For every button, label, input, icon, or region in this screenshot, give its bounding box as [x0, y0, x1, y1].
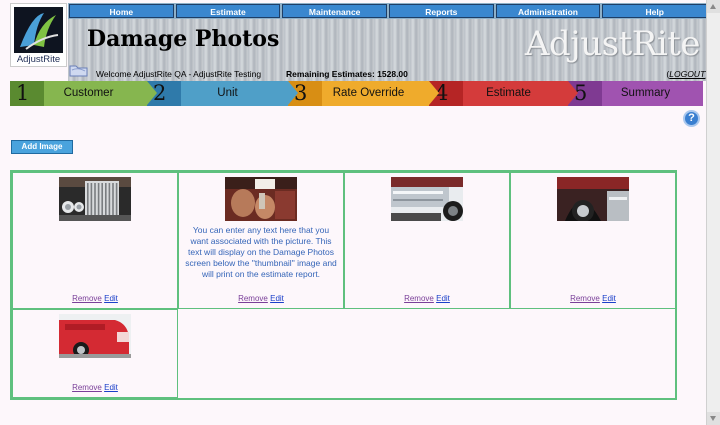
step-arrow-icon: [429, 81, 439, 105]
step-arrow-icon: [147, 81, 157, 105]
folder-icon[interactable]: [69, 62, 89, 78]
nav-help[interactable]: Help: [602, 4, 708, 18]
edit-photo-link[interactable]: Edit: [436, 294, 450, 303]
photo-actions: Remove Edit: [13, 294, 177, 303]
remaining-estimates: Remaining Estimates: 1528.00: [286, 69, 408, 79]
remove-photo-link[interactable]: Remove: [72, 383, 102, 392]
workflow-steps: 1 Customer 2 Unit 3 Rate Override 4 Estimate 5 Su…: [10, 81, 703, 106]
step-arrow-icon: [568, 81, 578, 105]
main-nav: Home Estimate Maintenance Reports Admini…: [68, 3, 708, 19]
photo-cell: Remove Edit: [12, 309, 178, 398]
step-label: Customer: [63, 87, 114, 99]
photo-actions: Remove Edit: [179, 294, 343, 303]
scroll-up-button[interactable]: [707, 0, 720, 13]
step-customer[interactable]: 1 Customer: [10, 81, 157, 106]
logo-swoosh-icon: [14, 7, 63, 53]
edit-photo-link[interactable]: Edit: [104, 383, 118, 392]
photo-cell: Remove Edit: [344, 172, 510, 309]
step-arrow-icon: [288, 81, 298, 105]
truck-grille-photo[interactable]: [59, 177, 131, 225]
nav-administration[interactable]: Administration: [495, 4, 601, 18]
brand-wordmark: AdjustRite: [524, 24, 701, 64]
logout-wrapper: (LOGOUT): [666, 69, 708, 79]
step-label: Summary: [620, 87, 671, 99]
welcome-text: Welcome AdjustRite QA - AdjustRite Testi…: [96, 69, 262, 79]
nav-reports[interactable]: Reports: [389, 4, 494, 18]
truck-wheel-fender-photo[interactable]: [557, 177, 629, 225]
edit-photo-link[interactable]: Edit: [602, 294, 616, 303]
step-unit[interactable]: 2 Unit: [147, 81, 298, 106]
photo-actions: Remove Edit: [13, 383, 177, 392]
truck-interior-photo[interactable]: [225, 177, 297, 225]
scroll-down-button[interactable]: [707, 412, 720, 425]
remove-photo-link[interactable]: Remove: [72, 294, 102, 303]
page-title: Damage Photos: [87, 26, 280, 52]
remove-photo-link[interactable]: Remove: [570, 294, 600, 303]
logout-link[interactable]: LOGOUT: [669, 69, 705, 79]
help-icon[interactable]: ?: [683, 110, 700, 127]
logo-text: AdjustRite: [16, 54, 61, 65]
photo-caption: You can enter any text here that you wan…: [185, 225, 337, 279]
step-label: Estimate: [486, 87, 531, 99]
add-image-button[interactable]: Add Image: [11, 140, 73, 154]
photo-grid: Remove Edit You can enter any text here …: [10, 170, 677, 400]
step-label: Rate Override: [332, 87, 405, 99]
nav-maintenance[interactable]: Maintenance: [282, 4, 388, 18]
step-rate-override[interactable]: 3 Rate Override: [288, 81, 439, 106]
nav-home[interactable]: Home: [69, 4, 174, 18]
nav-estimate[interactable]: Estimate: [175, 4, 281, 18]
remove-photo-link[interactable]: Remove: [238, 294, 268, 303]
photo-actions: Remove Edit: [511, 294, 675, 303]
step-label: Unit: [217, 87, 238, 99]
edit-photo-link[interactable]: Edit: [270, 294, 284, 303]
photo-cell: You can enter any text here that you wan…: [178, 172, 344, 309]
truck-side-tank-photo[interactable]: [391, 177, 463, 225]
photo-actions: Remove Edit: [345, 294, 509, 303]
step-summary[interactable]: 5 Summary: [568, 81, 703, 106]
red-truck-front-photo[interactable]: [59, 314, 131, 362]
step-estimate[interactable]: 4 Estimate: [429, 81, 578, 106]
vertical-scrollbar[interactable]: [706, 0, 720, 425]
adjustrite-logo: AdjustRite: [10, 3, 67, 67]
photo-cell: Remove Edit: [12, 172, 178, 309]
remove-photo-link[interactable]: Remove: [404, 294, 434, 303]
photo-cell: Remove Edit: [510, 172, 676, 309]
edit-photo-link[interactable]: Edit: [104, 294, 118, 303]
step-number: 1: [10, 81, 44, 106]
